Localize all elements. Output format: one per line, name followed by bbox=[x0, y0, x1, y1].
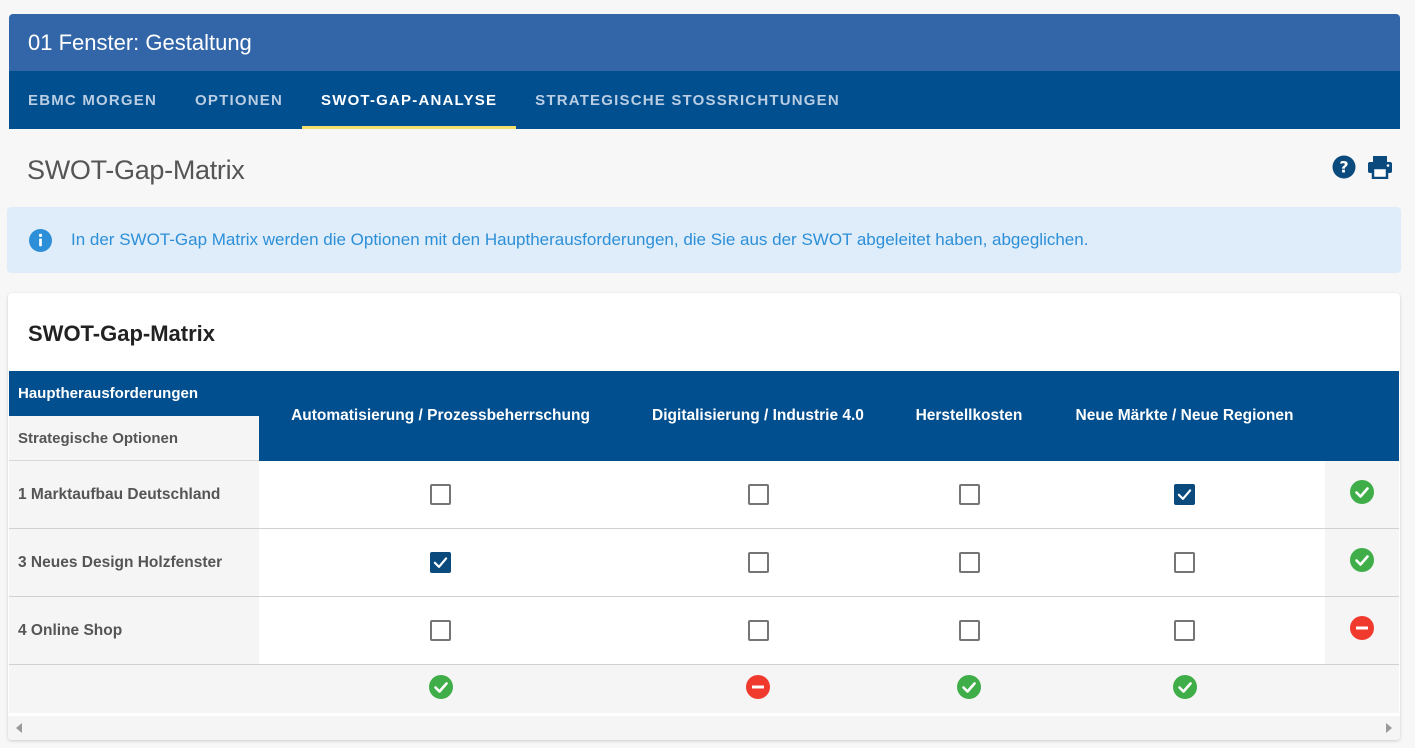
column-header: Digitalisierung / Industrie 4.0 bbox=[652, 407, 864, 424]
column-status-cell bbox=[259, 665, 622, 713]
table-row: 3 Neues Design Holzfenster bbox=[9, 529, 1399, 597]
checkbox[interactable] bbox=[430, 484, 451, 505]
column-header: Neue Märkte / Neue Regionen bbox=[1075, 407, 1294, 424]
column-status-cell bbox=[1044, 665, 1325, 713]
column-status-row bbox=[9, 665, 1399, 713]
card-title: SWOT-Gap-Matrix bbox=[28, 321, 216, 346]
checkbox[interactable] bbox=[747, 620, 769, 641]
column-status-cell bbox=[1325, 665, 1399, 713]
horizontal-scrollbar[interactable] bbox=[8, 716, 1400, 740]
corner-challenges-label: Hauptherausforderungen bbox=[9, 371, 259, 416]
matrix-cell bbox=[259, 461, 622, 528]
column-status-icon-check-circle-icon bbox=[1172, 674, 1197, 704]
column-status-icon-check-circle-icon bbox=[428, 674, 453, 704]
window-title: 01 Fenster: Gestaltung bbox=[9, 14, 1400, 71]
table-row: 1 Marktaufbau Deutschland bbox=[9, 461, 1399, 529]
table-row: 4 Online Shop bbox=[9, 597, 1399, 665]
matrix-corner: Hauptherausforderungen Strategische Opti… bbox=[9, 371, 259, 461]
matrix-cell bbox=[622, 529, 894, 596]
tab-bar: EBMC MORGEN OPTIONEN SWOT-GAP-ANALYSE ST… bbox=[9, 71, 1400, 129]
checkbox[interactable] bbox=[430, 620, 451, 641]
row-status-icon-check-circle-icon bbox=[1350, 480, 1374, 509]
tab-optionen[interactable]: OPTIONEN bbox=[176, 71, 302, 129]
status-column-header bbox=[1325, 371, 1399, 461]
checkbox[interactable] bbox=[747, 552, 769, 573]
matrix-cell bbox=[1044, 461, 1325, 528]
matrix-card: SWOT-Gap-Matrix Hauptherausforderungen S… bbox=[8, 293, 1400, 740]
row-status-cell bbox=[1325, 529, 1399, 596]
checkbox[interactable] bbox=[1174, 484, 1195, 505]
help-icon[interactable]: ? bbox=[1331, 154, 1357, 180]
row-label: 4 Online Shop bbox=[9, 597, 259, 664]
scroll-left-arrow-icon[interactable] bbox=[16, 723, 22, 733]
checkbox[interactable] bbox=[958, 620, 980, 641]
page-actions: ? bbox=[1331, 154, 1393, 180]
column-status-icon-check-circle-icon bbox=[957, 674, 981, 704]
matrix-cell bbox=[894, 597, 1044, 664]
matrix-cell bbox=[1044, 529, 1325, 596]
swot-gap-matrix: Hauptherausforderungen Strategische Opti… bbox=[9, 371, 1399, 713]
checkbox[interactable] bbox=[958, 484, 980, 505]
tab-swot-gap-analyse[interactable]: SWOT-GAP-ANALYSE bbox=[302, 71, 517, 129]
checkmark-icon bbox=[1177, 489, 1192, 500]
info-icon bbox=[29, 228, 52, 252]
row-label: 3 Neues Design Holzfenster bbox=[9, 529, 259, 596]
checkbox[interactable] bbox=[747, 484, 769, 505]
info-box: In der SWOT-Gap Matrix werden die Option… bbox=[7, 207, 1401, 273]
matrix-cell bbox=[622, 597, 894, 664]
matrix-cell bbox=[1044, 597, 1325, 664]
checkmark-icon bbox=[433, 557, 448, 568]
matrix-cell bbox=[259, 597, 622, 664]
column-status-cell bbox=[622, 665, 894, 713]
checkbox[interactable] bbox=[958, 552, 980, 573]
column-header: Herstellkosten bbox=[915, 407, 1023, 424]
tab-ebmc-morgen[interactable]: EBMC MORGEN bbox=[9, 71, 176, 129]
row-status-cell bbox=[1325, 461, 1399, 528]
checkbox[interactable] bbox=[1174, 552, 1195, 573]
scroll-right-arrow-icon[interactable] bbox=[1386, 723, 1392, 733]
corner-options-label: Strategische Optionen bbox=[9, 416, 259, 461]
row-status-cell bbox=[1325, 597, 1399, 664]
row-status-icon-check-circle-icon bbox=[1350, 548, 1374, 577]
info-text: In der SWOT-Gap Matrix werden die Option… bbox=[71, 230, 1089, 249]
page-title: SWOT-Gap-Matrix bbox=[27, 155, 245, 185]
column-status-icon-minus-circle-icon bbox=[746, 674, 770, 704]
matrix-cell bbox=[622, 461, 894, 528]
matrix-cell bbox=[894, 529, 1044, 596]
matrix-header-row: Hauptherausforderungen Strategische Opti… bbox=[9, 371, 1399, 461]
app-header: 01 Fenster: Gestaltung EBMC MORGEN OPTIO… bbox=[9, 14, 1400, 129]
checkbox[interactable] bbox=[430, 552, 451, 573]
footer-label bbox=[9, 665, 259, 713]
svg-text:?: ? bbox=[1339, 158, 1348, 177]
row-status-icon-minus-circle-icon bbox=[1350, 616, 1374, 645]
checkbox[interactable] bbox=[1174, 620, 1195, 641]
print-icon[interactable] bbox=[1367, 154, 1393, 180]
row-label: 1 Marktaufbau Deutschland bbox=[9, 461, 259, 528]
matrix-cell bbox=[259, 529, 622, 596]
column-status-cell bbox=[894, 665, 1044, 713]
column-header: Automatisierung / Prozessbeherrschung bbox=[291, 407, 590, 424]
tab-strategische-stossrichtungen[interactable]: STRATEGISCHE STOSSRICHTUNGEN bbox=[516, 71, 859, 129]
matrix-cell bbox=[894, 461, 1044, 528]
